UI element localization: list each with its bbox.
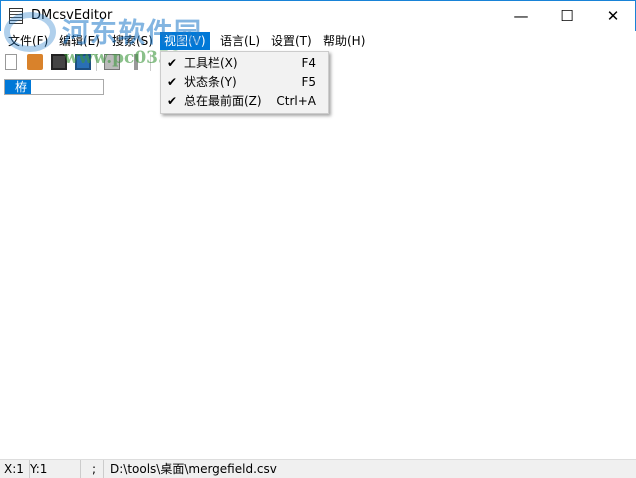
window-title: DMcsvEditor	[31, 8, 113, 23]
menu-view[interactable]: 视图(V)	[160, 32, 210, 50]
menu-language[interactable]: 语言(L)	[216, 32, 264, 50]
new-file-icon[interactable]	[5, 54, 17, 70]
menu-help[interactable]: 帮助(H)	[319, 32, 369, 50]
save-icon[interactable]	[51, 54, 67, 70]
menu-item-label: 工具栏(X)	[184, 56, 238, 70]
menu-file[interactable]: 文件(F)	[4, 32, 52, 50]
open-file-icon[interactable]	[27, 54, 43, 70]
status-separator: ;	[88, 460, 104, 478]
menu-edit[interactable]: 编辑(E)	[55, 32, 104, 50]
check-icon: ✔	[167, 56, 178, 70]
minimize-button[interactable]: —	[498, 1, 544, 31]
menu-bar: 文件(F) 编辑(E) 搜索(S) 视图(V) 语言(L) 设置(T) 帮助(H…	[0, 31, 636, 51]
save-as-icon[interactable]	[75, 54, 91, 70]
menu-item-toolbar[interactable]: ✔ 工具栏(X) F4	[161, 54, 328, 73]
menu-item-shortcut: F4	[301, 56, 316, 70]
print-icon[interactable]	[104, 54, 120, 70]
title-bar: DMcsvEditor — ☐ ✕	[0, 0, 636, 31]
toolbar-separator	[150, 54, 151, 71]
menu-item-label: 状态条(Y)	[184, 75, 237, 89]
close-button[interactable]: ✕	[590, 1, 636, 31]
toolbar-separator	[96, 54, 97, 71]
cell-editor[interactable]: 栫	[4, 79, 104, 95]
view-menu-dropdown: ✔ 工具栏(X) F4 ✔ 状态条(Y) F5 ✔ 总在最前面(Z) Ctrl+…	[160, 51, 329, 114]
menu-item-always-on-top[interactable]: ✔ 总在最前面(Z) Ctrl+A	[161, 92, 328, 111]
tool-icon[interactable]	[128, 54, 144, 70]
menu-search[interactable]: 搜索(S)	[108, 32, 157, 50]
menu-settings[interactable]: 设置(T)	[267, 32, 316, 50]
status-y: Y:1	[26, 460, 81, 478]
status-path: D:\tools\桌面\mergefield.csv	[110, 462, 277, 476]
menu-item-label: 总在最前面(Z)	[184, 94, 262, 108]
menu-item-shortcut: F5	[301, 75, 316, 89]
app-icon	[9, 8, 23, 24]
maximize-button[interactable]: ☐	[544, 1, 590, 31]
menu-item-statusbar[interactable]: ✔ 状态条(Y) F5	[161, 73, 328, 92]
check-icon: ✔	[167, 75, 178, 89]
status-bar: X:1 Y:1 ; D:\tools\桌面\mergefield.csv	[0, 459, 636, 478]
menu-item-shortcut: Ctrl+A	[276, 94, 316, 108]
check-icon: ✔	[167, 94, 178, 108]
cell-value[interactable]: 栫	[5, 80, 32, 94]
